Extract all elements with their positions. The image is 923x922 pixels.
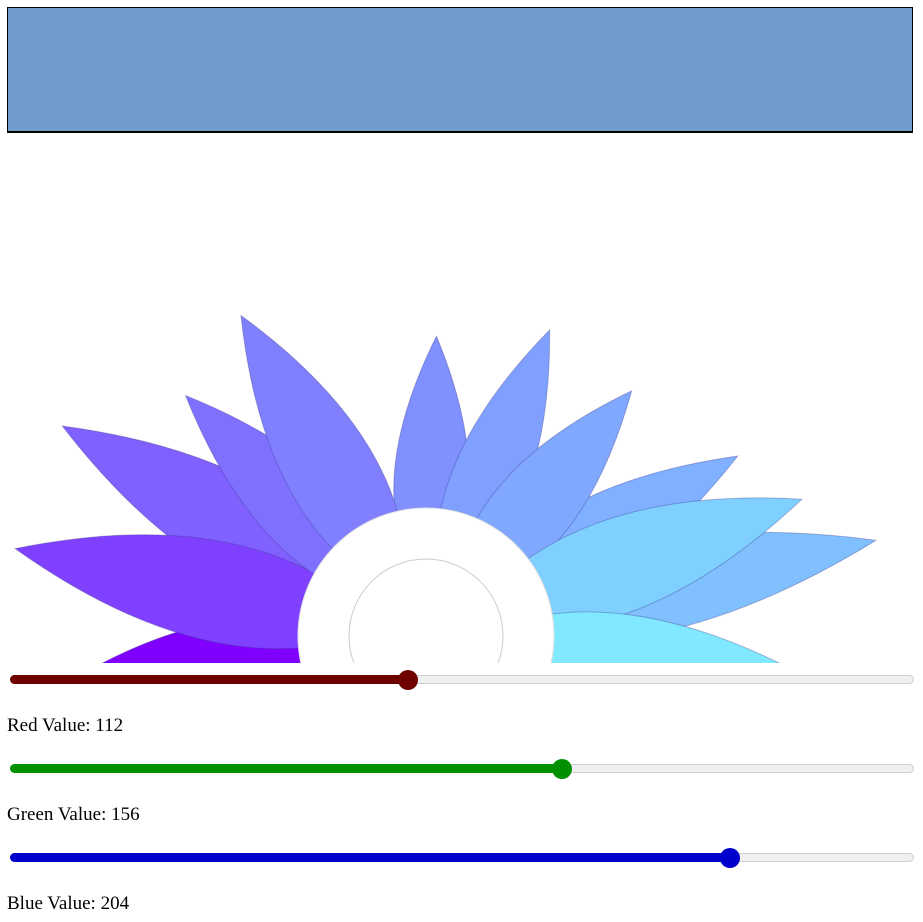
green-slider-thumb[interactable] (552, 759, 572, 779)
red-slider[interactable] (10, 670, 914, 690)
blue-slider-thumb[interactable] (720, 848, 740, 868)
color-preview-swatch (7, 7, 913, 133)
flower-graphic (0, 155, 923, 663)
green-slider[interactable] (10, 759, 914, 779)
blue-slider[interactable] (10, 848, 914, 868)
flower-svg (13, 314, 878, 663)
red-slider-thumb[interactable] (398, 670, 418, 690)
blue-value-label: Blue Value: 204 (7, 893, 130, 914)
red-value-label: Red Value: 112 (7, 715, 124, 736)
green-value-label: Green Value: 156 (7, 804, 140, 825)
blue-slider-fill (10, 853, 730, 862)
green-slider-fill (10, 764, 562, 773)
red-slider-fill (10, 675, 408, 684)
